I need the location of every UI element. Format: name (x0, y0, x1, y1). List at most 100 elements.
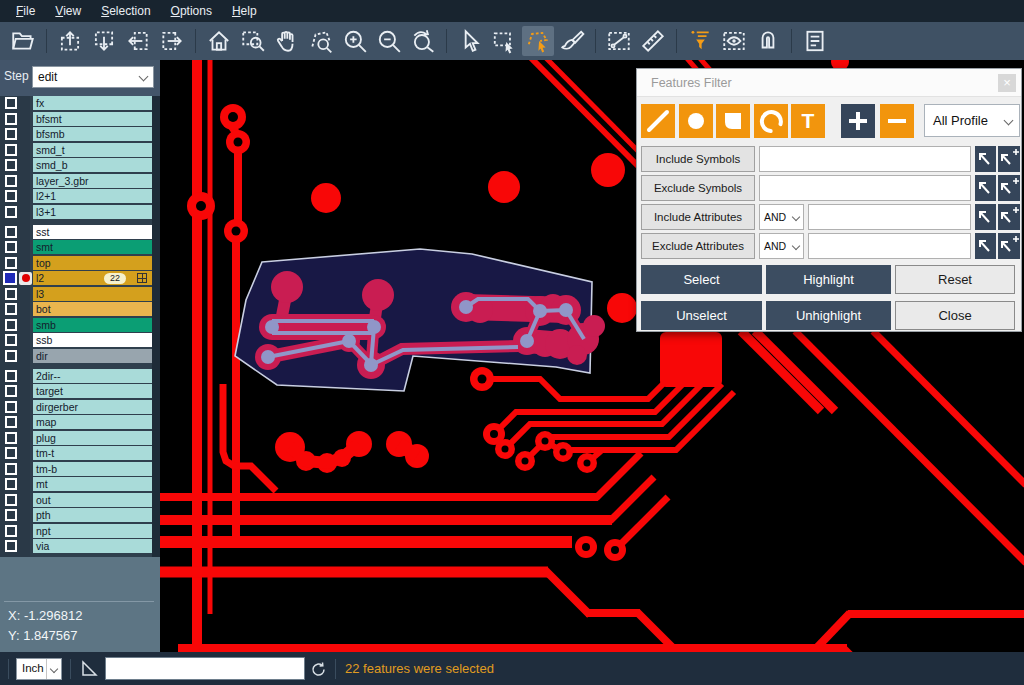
close-icon[interactable]: × (998, 74, 1016, 92)
layer-row-bfsmt[interactable]: bfsmt (0, 112, 160, 126)
pan-down-icon[interactable] (88, 26, 120, 56)
layer-row-via[interactable]: via (0, 539, 160, 553)
layer-name[interactable]: smd_t (33, 143, 152, 157)
layer-row-npt[interactable]: npt (0, 524, 160, 538)
layer-name[interactable]: tm-t (33, 446, 152, 460)
pick-symbol-icon[interactable] (975, 175, 996, 201)
layer-checkbox[interactable] (5, 447, 17, 459)
layer-name[interactable]: dirgerber (33, 400, 152, 414)
exclude-attributes-operator[interactable]: AND (759, 233, 804, 259)
reset-button[interactable]: Reset (895, 265, 1015, 294)
line-filter-icon[interactable] (641, 104, 675, 138)
layer-name[interactable]: bfsmt (33, 112, 152, 126)
include-attributes-operator[interactable]: AND (759, 204, 804, 230)
grid-icon[interactable] (137, 273, 147, 283)
highlight-button[interactable]: Highlight (766, 265, 891, 294)
layer-checkbox[interactable] (5, 540, 17, 552)
unselect-button[interactable]: Unselect (641, 301, 762, 330)
layer-row-fx[interactable]: fx (0, 96, 160, 110)
layer-checkbox[interactable] (5, 463, 17, 475)
layer-row-l2+1[interactable]: l2+1 (0, 189, 160, 203)
layer-checkbox[interactable] (5, 257, 17, 269)
layer-name[interactable]: npt (33, 524, 152, 538)
layer-name[interactable]: l3 (33, 287, 152, 301)
layer-name[interactable]: out (33, 493, 152, 507)
exclude-symbols-button[interactable]: Exclude Symbols (641, 175, 755, 201)
layer-checkbox[interactable] (5, 478, 17, 490)
exclude-attributes-input[interactable] (808, 233, 971, 259)
layer-name[interactable]: top (33, 256, 152, 270)
exclude-attributes-button[interactable]: Exclude Attributes (641, 233, 755, 259)
layer-name[interactable]: target (33, 384, 152, 398)
layer-checkbox[interactable] (5, 241, 17, 253)
pan-right-icon[interactable] (156, 26, 188, 56)
layer-name[interactable]: ssb (33, 333, 152, 347)
layer-name[interactable]: smd_b (33, 158, 152, 172)
layer-checkbox[interactable] (5, 175, 17, 187)
layer-checkbox[interactable] (5, 113, 17, 125)
arc-filter-icon[interactable] (754, 104, 788, 138)
layer-checkbox[interactable] (5, 416, 17, 428)
layer-row-map[interactable]: map (0, 415, 160, 429)
pick-symbol-add-icon[interactable] (998, 146, 1020, 172)
layer-row-l3+1[interactable]: l3+1 (0, 205, 160, 219)
angle-measure-icon[interactable] (80, 659, 100, 679)
layer-name[interactable]: l3+1 (33, 205, 152, 219)
report-icon[interactable] (799, 26, 831, 56)
layer-name[interactable]: bot (33, 302, 152, 316)
layer-checkbox[interactable] (5, 494, 17, 506)
layer-name[interactable]: l222 (33, 271, 152, 285)
layer-checkbox[interactable] (5, 226, 17, 238)
remove-filter-icon[interactable] (880, 104, 914, 138)
layer-name[interactable]: plug (33, 431, 152, 445)
include-symbols-input[interactable] (759, 146, 971, 172)
layer-row-plug[interactable]: plug (0, 431, 160, 445)
layer-checkbox[interactable] (5, 319, 17, 331)
layer-name[interactable]: pth (33, 508, 152, 522)
layer-name[interactable]: dir (33, 349, 152, 363)
layer-row-dir[interactable]: dir (0, 349, 160, 363)
circle-filter-icon[interactable] (679, 104, 713, 138)
clean-brush-icon[interactable] (556, 26, 588, 56)
layer-name[interactable]: smb (33, 318, 152, 332)
layer-checkbox[interactable] (5, 128, 17, 140)
close-button[interactable]: Close (895, 301, 1015, 330)
layer-row-layer_3.gbr[interactable]: layer_3.gbr (0, 174, 160, 188)
home-icon[interactable] (203, 26, 235, 56)
layer-checkbox[interactable] (5, 144, 17, 156)
layer-name[interactable]: sst (33, 225, 152, 239)
layer-name[interactable]: tm-b (33, 462, 152, 476)
pad-filter-icon[interactable] (716, 104, 750, 138)
layer-row-smt[interactable]: smt (0, 240, 160, 254)
pick-symbol-add-icon[interactable] (998, 175, 1020, 201)
layer-checkbox[interactable] (5, 288, 17, 300)
layer-row-smb[interactable]: smb (0, 318, 160, 332)
layer-row-tm-t[interactable]: tm-t (0, 446, 160, 460)
zoom-poly-icon[interactable] (305, 26, 337, 56)
profile-select[interactable]: All Profile (924, 104, 1020, 137)
layer-row-bfsmb[interactable]: bfsmb (0, 127, 160, 141)
layer-checkbox[interactable] (5, 190, 17, 202)
select-poly-icon[interactable] (522, 26, 554, 56)
layer-row-ssb[interactable]: ssb (0, 333, 160, 347)
zoom-prev-icon[interactable] (407, 26, 439, 56)
layer-name[interactable]: via (33, 539, 152, 553)
menu-file[interactable]: File (6, 4, 45, 18)
layer-name[interactable]: smt (33, 240, 152, 254)
layer-row-l3[interactable]: l3 (0, 287, 160, 301)
layer-row-top[interactable]: top (0, 256, 160, 270)
pick-attribute-add-icon[interactable] (998, 204, 1020, 230)
pan-hand-icon[interactable] (271, 26, 303, 56)
layer-row-sst[interactable]: sst (0, 225, 160, 239)
menu-help[interactable]: Help (222, 4, 267, 18)
refresh-icon[interactable] (310, 661, 327, 678)
select-button[interactable]: Select (641, 265, 762, 294)
layer-row-pth[interactable]: pth (0, 508, 160, 522)
menu-options[interactable]: Options (161, 4, 222, 18)
pick-attribute-add-icon[interactable] (998, 233, 1020, 259)
layer-checkbox[interactable] (5, 370, 17, 382)
layer-row-target[interactable]: target (0, 384, 160, 398)
include-symbols-button[interactable]: Include Symbols (641, 146, 755, 172)
zoom-area-icon[interactable] (237, 26, 269, 56)
select-rect-icon[interactable] (488, 26, 520, 56)
